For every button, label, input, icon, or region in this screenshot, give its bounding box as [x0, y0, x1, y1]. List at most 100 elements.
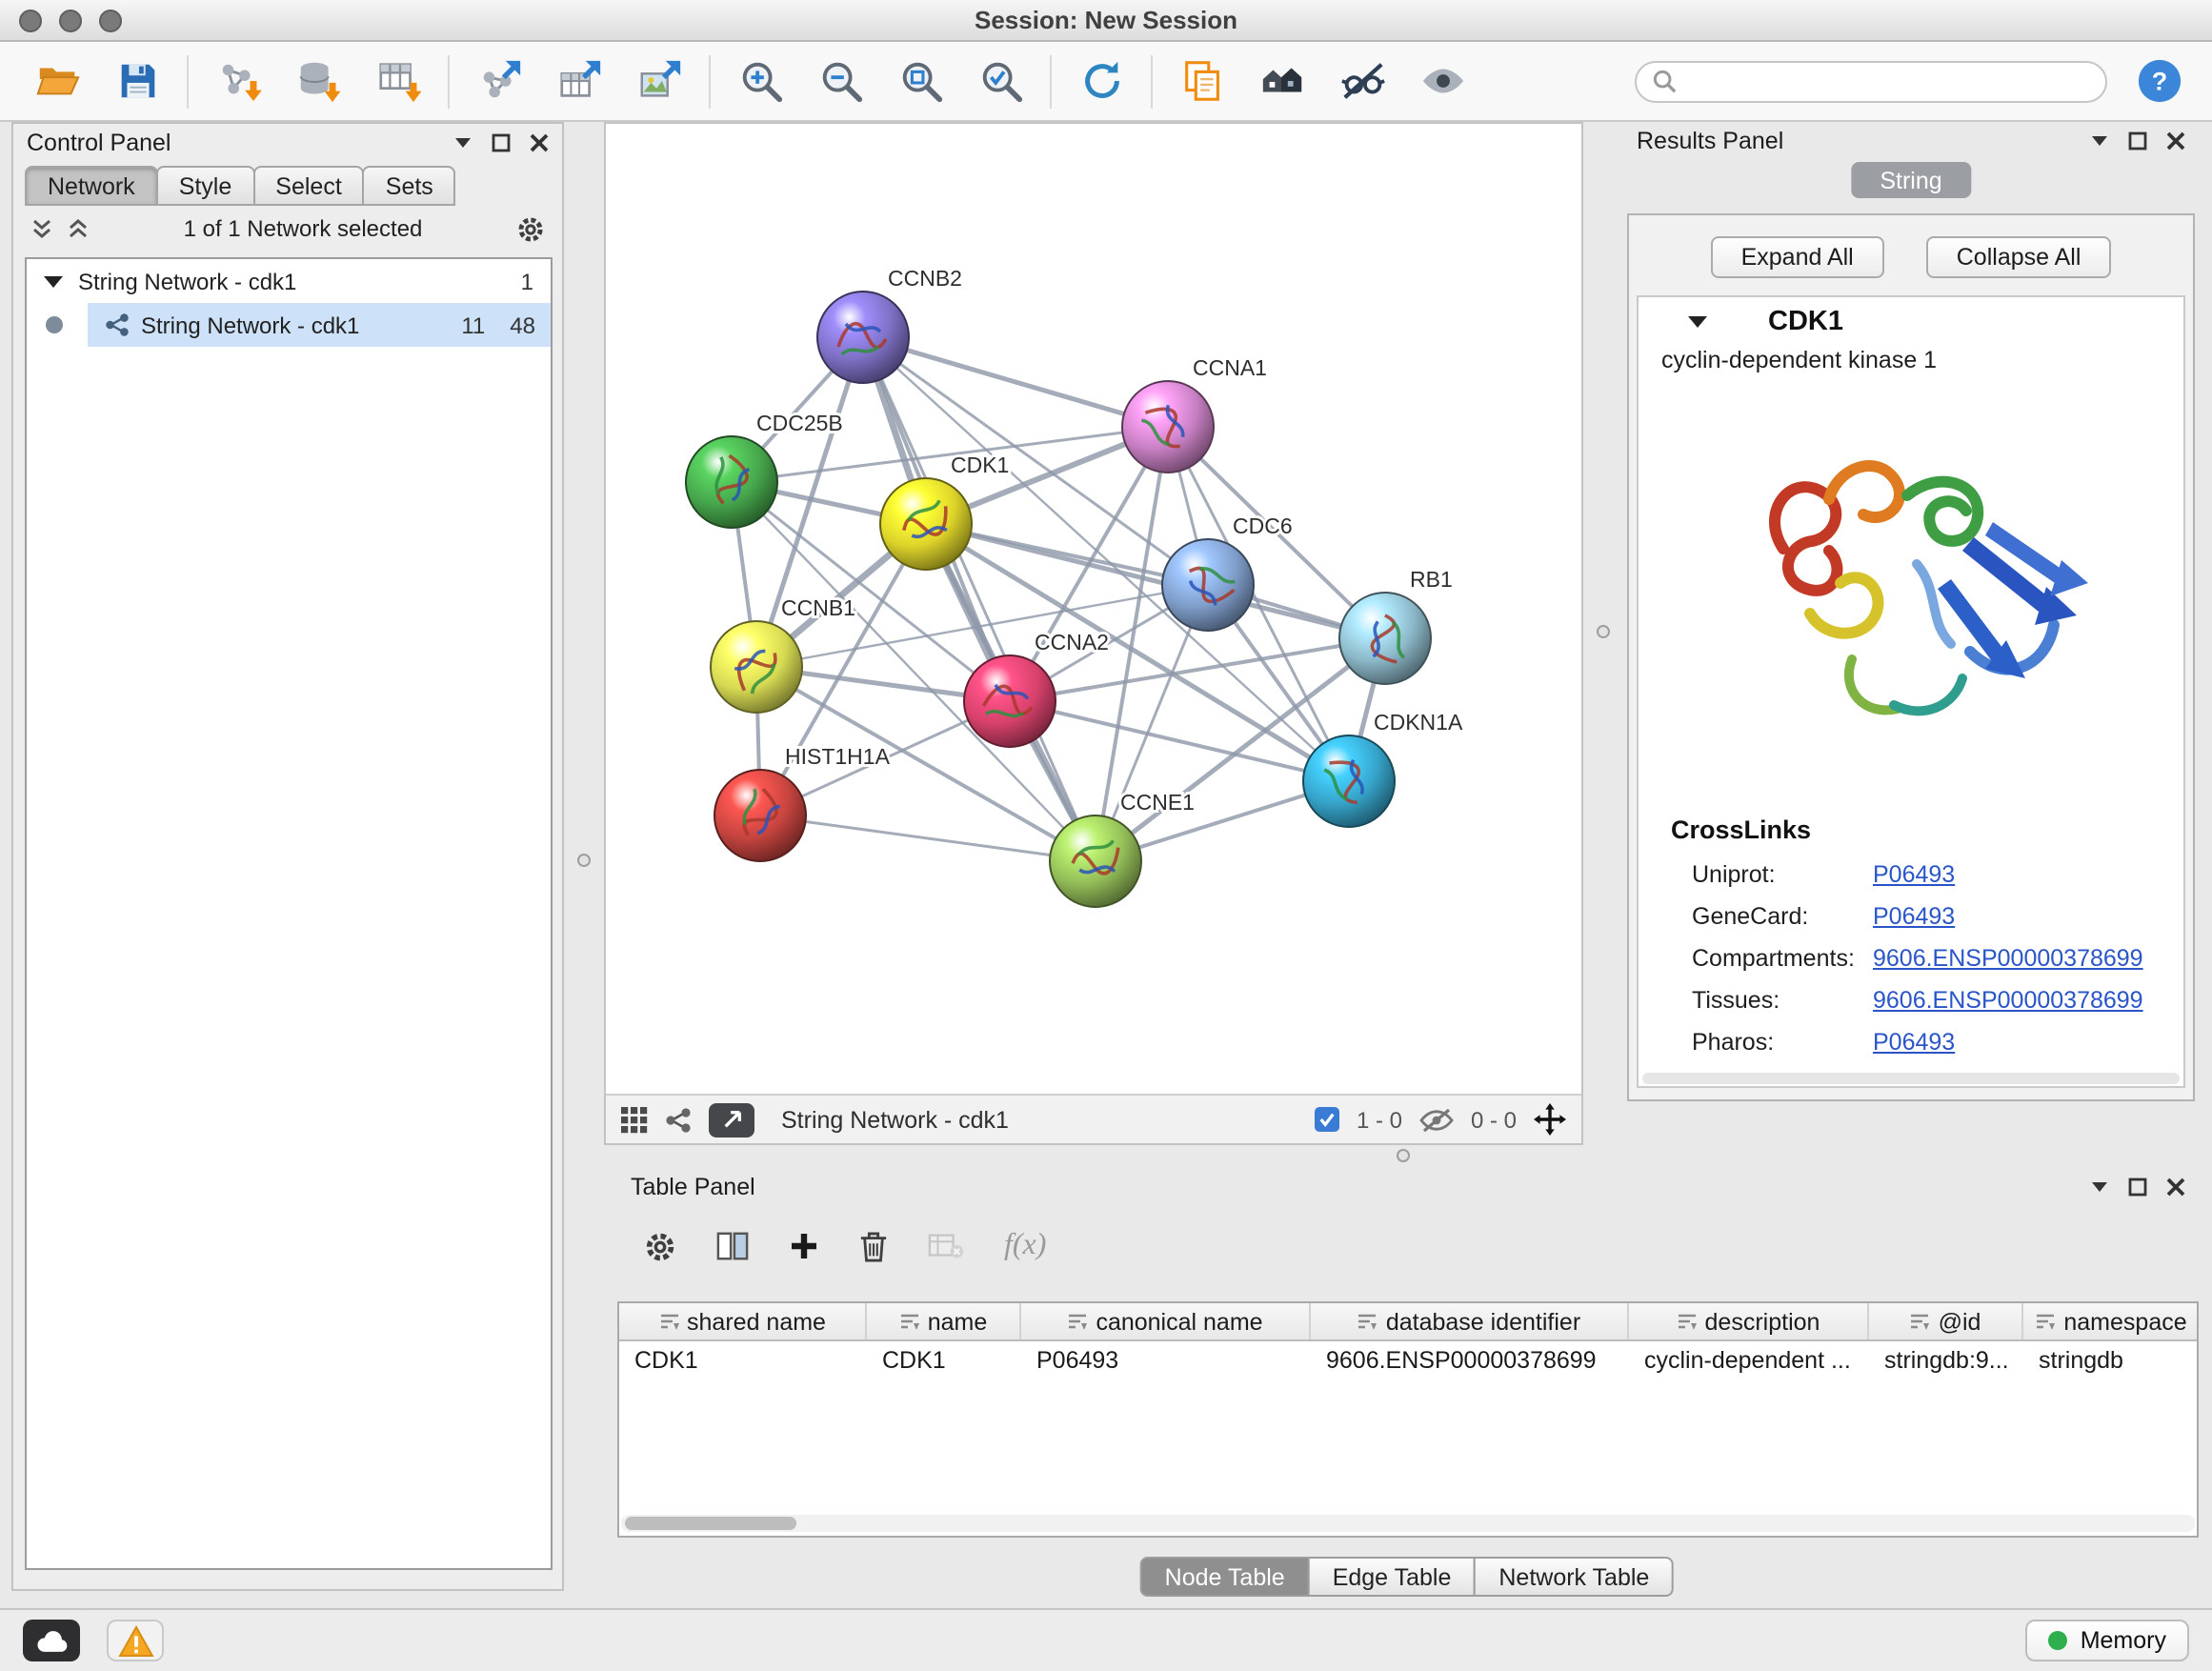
- network-node-CCNA2[interactable]: [964, 655, 1056, 747]
- memory-button[interactable]: Memory: [2025, 1620, 2189, 1661]
- right-splitter-handle[interactable]: [1597, 625, 1610, 638]
- network-node-CCNB1[interactable]: [711, 621, 802, 713]
- panel-collapse-icon[interactable]: [453, 133, 473, 152]
- help-button[interactable]: ?: [2126, 49, 2191, 113]
- network-node-CDC6[interactable]: [1162, 539, 1254, 631]
- minimize-window-button[interactable]: [59, 10, 82, 32]
- tab-string[interactable]: String: [1851, 162, 1970, 198]
- column-header-name[interactable]: name: [867, 1303, 1021, 1339]
- bottom-splitter-handle[interactable]: [1397, 1149, 1410, 1162]
- open-in-new-window-button[interactable]: [709, 1102, 754, 1137]
- delete-column-icon[interactable]: [859, 1230, 888, 1262]
- open-session-button[interactable]: [25, 49, 90, 113]
- network-node-CDK1[interactable]: [880, 478, 972, 570]
- toolbar-search[interactable]: [1635, 60, 2107, 102]
- tab-sets[interactable]: Sets: [363, 166, 456, 206]
- network-node-HIST1H1A[interactable]: [714, 770, 806, 861]
- export-image-button[interactable]: [627, 49, 692, 113]
- network-collection-row[interactable]: String Network - cdk1 1: [27, 259, 551, 303]
- table-row[interactable]: CDK1 CDK1 P06493 9606.ENSP00000378699 cy…: [619, 1341, 2197, 1379]
- network-node-CCNE1[interactable]: [1050, 815, 1141, 907]
- column-header-shared-name[interactable]: shared name: [619, 1303, 867, 1339]
- expand-all-button[interactable]: Expand All: [1711, 236, 1884, 278]
- selected-checkbox[interactable]: [1315, 1107, 1339, 1132]
- network-canvas[interactable]: CCNB2CCNA1CDC25BCDK1CDC6RB1CCNB1CCNA2CDK…: [606, 124, 1585, 1096]
- import-network-button[interactable]: [206, 49, 271, 113]
- panel-close-icon[interactable]: [2166, 1178, 2185, 1197]
- maximize-window-button[interactable]: [99, 10, 122, 32]
- column-header-namespace[interactable]: namespace: [2023, 1303, 2199, 1339]
- column-header-id[interactable]: @id: [1869, 1303, 2023, 1339]
- panel-close-icon[interactable]: [2166, 131, 2185, 151]
- crosslink-link[interactable]: P06493: [1873, 1029, 1955, 1056]
- protein-card-header[interactable]: CDK1: [1639, 297, 2183, 347]
- crosslink-link[interactable]: P06493: [1873, 861, 1955, 888]
- panel-float-icon[interactable]: [492, 133, 511, 152]
- network-edge-HIST1H1A-CCNE1[interactable]: [760, 815, 1096, 861]
- tab-style[interactable]: Style: [156, 166, 255, 206]
- cell-name[interactable]: CDK1: [867, 1341, 1021, 1379]
- gear-icon[interactable]: [516, 214, 545, 243]
- expand-all-icon[interactable]: [67, 217, 90, 240]
- network-edge-CDK1-RB1[interactable]: [926, 524, 1385, 638]
- expander-icon[interactable]: [44, 273, 63, 289]
- zoom-fit-button[interactable]: [888, 49, 953, 113]
- save-session-button[interactable]: [105, 49, 170, 113]
- collapse-all-icon[interactable]: [30, 217, 53, 240]
- cell-canonical-name[interactable]: P06493: [1021, 1341, 1311, 1379]
- network-node-CDKN1A[interactable]: [1303, 735, 1395, 827]
- show-details-button[interactable]: [1410, 49, 1475, 113]
- import-table-button[interactable]: [366, 49, 431, 113]
- add-column-icon[interactable]: [789, 1231, 819, 1261]
- tab-network[interactable]: Network: [25, 166, 158, 206]
- export-table-button[interactable]: [547, 49, 612, 113]
- network-node-CCNA1[interactable]: [1122, 381, 1214, 473]
- tab-network-table[interactable]: Network Table: [1474, 1557, 1674, 1597]
- network-node-RB1[interactable]: [1339, 593, 1431, 684]
- tab-edge-table[interactable]: Edge Table: [1308, 1557, 1477, 1597]
- column-header-canonical-name[interactable]: canonical name: [1021, 1303, 1311, 1339]
- apply-layout-button[interactable]: [1069, 49, 1134, 113]
- crosslink-link[interactable]: P06493: [1873, 903, 1955, 930]
- network-edge-CCNB2-CCNE1[interactable]: [863, 337, 1096, 861]
- panel-float-icon[interactable]: [2128, 1178, 2147, 1197]
- hide-graphics-details-button[interactable]: [1330, 49, 1395, 113]
- table-horizontal-scrollbar-thumb[interactable]: [625, 1517, 796, 1530]
- tab-node-table[interactable]: Node Table: [1140, 1557, 1310, 1597]
- close-window-button[interactable]: [19, 10, 42, 32]
- network-node-CDC25B[interactable]: [686, 436, 777, 528]
- share-network-icon[interactable]: [665, 1106, 692, 1133]
- expander-icon[interactable]: [1688, 314, 1707, 330]
- network-row[interactable]: String Network - cdk1 11 48: [27, 303, 551, 347]
- warnings-button[interactable]: [107, 1620, 164, 1661]
- zoom-in-button[interactable]: [728, 49, 793, 113]
- results-horizontal-scrollbar[interactable]: [1642, 1073, 2180, 1084]
- network-row-selected[interactable]: String Network - cdk1 11 48: [88, 303, 551, 347]
- tab-select[interactable]: Select: [252, 166, 365, 206]
- panel-collapse-icon[interactable]: [2090, 131, 2109, 151]
- network-edge-CCNB2-CCNA1[interactable]: [863, 337, 1168, 427]
- export-network-button[interactable]: [467, 49, 532, 113]
- cell-database-identifier[interactable]: 9606.ENSP00000378699: [1311, 1341, 1629, 1379]
- cell-namespace[interactable]: stringdb: [2023, 1341, 2199, 1379]
- hidden-eye-slash-icon[interactable]: [1419, 1106, 1454, 1133]
- show-columns-icon[interactable]: [716, 1231, 749, 1261]
- cloud-status-button[interactable]: [23, 1620, 80, 1661]
- column-header-database-identifier[interactable]: database identifier: [1311, 1303, 1629, 1339]
- cell-id[interactable]: stringdb:9...: [1869, 1341, 2023, 1379]
- collapse-all-button[interactable]: Collapse All: [1926, 236, 2112, 278]
- network-node-CCNB2[interactable]: [817, 292, 909, 383]
- clone-network-button[interactable]: [1170, 49, 1235, 113]
- zoom-out-button[interactable]: [808, 49, 873, 113]
- birds-eye-view-icon[interactable]: [621, 1106, 648, 1133]
- cell-description[interactable]: cyclin-dependent ...: [1629, 1341, 1869, 1379]
- zoom-selected-button[interactable]: [968, 49, 1033, 113]
- crosslink-link[interactable]: 9606.ENSP00000378699: [1873, 987, 2143, 1014]
- search-input[interactable]: [1686, 68, 2090, 94]
- column-header-description[interactable]: description: [1629, 1303, 1869, 1339]
- panel-close-icon[interactable]: [530, 133, 549, 152]
- panel-collapse-icon[interactable]: [2090, 1178, 2109, 1197]
- cell-shared-name[interactable]: CDK1: [619, 1341, 867, 1379]
- cybrowser-button[interactable]: [1250, 49, 1315, 113]
- import-network-database-button[interactable]: [286, 49, 351, 113]
